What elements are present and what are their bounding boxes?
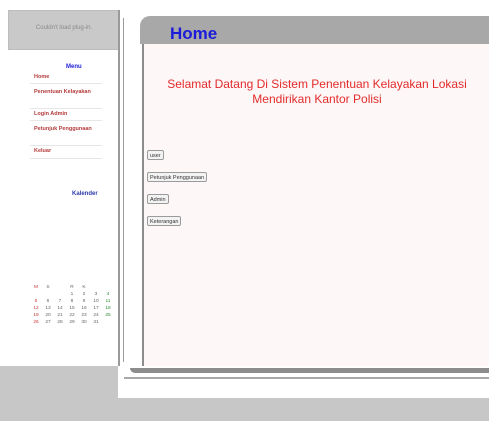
header-bar: Home [140, 16, 489, 44]
calendar-grid: M S R K 1 2 3 4 5 6 7 8 9 10 11 12 13 14 15 16 17 18 19 20 21 22 2… [30, 284, 126, 326]
calendar-day[interactable]: 19 [30, 312, 42, 319]
left-divider [118, 10, 120, 368]
menu-item-login-admin[interactable]: Login Admin [34, 111, 114, 118]
page-title: Home [170, 24, 218, 43]
calendar-day[interactable]: 21 [54, 312, 66, 319]
admin-button[interactable]: Admin [147, 194, 169, 204]
plugin-placeholder: Couldn't load plug-in. [8, 10, 120, 50]
calendar-day[interactable]: 3 [90, 291, 102, 298]
calendar-day-header [54, 284, 66, 291]
calendar-day[interactable]: 23 [78, 312, 90, 319]
calendar-day-header [102, 284, 114, 291]
welcome-line-1: Selamat Datang Di Sistem Penentuan Kelay… [167, 77, 467, 91]
menu-separator [30, 108, 102, 109]
calendar-day-header [90, 284, 102, 291]
calendar-day [54, 291, 66, 298]
calendar-day[interactable]: 8 [66, 298, 78, 305]
calendar-day [102, 319, 114, 326]
calendar-day[interactable]: 7 [54, 298, 66, 305]
menu-item-penentuan-kelayakan[interactable]: Penentuan Kelayakan [34, 89, 114, 96]
calendar-day[interactable]: 24 [90, 312, 102, 319]
calendar-week-row: 19 20 21 22 23 24 25 [30, 312, 126, 319]
footer-rule [124, 377, 489, 379]
calendar-day [30, 291, 42, 298]
menu-item-keluar[interactable]: Keluar [34, 148, 114, 155]
calendar-week-row: 26 27 28 29 30 31 [30, 319, 126, 326]
calendar-day-header: M [34, 285, 38, 290]
calendar-day[interactable]: 2 [78, 291, 90, 298]
calendar-day-header: R [70, 285, 74, 290]
calendar-week-row: 5 6 7 8 9 10 11 [30, 298, 126, 305]
menu-item-petunjuk-penggunaan[interactable]: Petunjuk Penggunaan [34, 126, 114, 133]
content-area: Home [136, 12, 489, 375]
left-divider-inner [123, 18, 124, 362]
calendar-day[interactable]: 12 [30, 305, 42, 312]
calendar-day[interactable]: 16 [78, 305, 90, 312]
calendar-day[interactable]: 25 [102, 312, 114, 319]
calendar-day[interactable]: 5 [30, 298, 42, 305]
calendar-day[interactable]: 13 [42, 305, 54, 312]
calendar-day[interactable]: 10 [90, 298, 102, 305]
petunjuk-penggunaan-button[interactable]: Petunjuk Penggunaan [147, 172, 208, 182]
calendar-day[interactable]: 28 [54, 319, 66, 326]
calendar-week-row: 1234 [30, 291, 126, 298]
welcome-message: Selamat Datang Di Sistem Penentuan Kelay… [145, 77, 489, 107]
calendar-day[interactable]: 31 [90, 319, 102, 326]
welcome-line-2: Mendirikan Kantor Polisi [252, 92, 382, 106]
calendar-day[interactable]: 9 [78, 298, 90, 305]
keterangan-button[interactable]: Keterangan [147, 216, 182, 226]
menu-separator [30, 158, 102, 159]
calendar-week-row: 12 13 14 15 16 17 18 [30, 305, 126, 312]
calendar-day[interactable]: 26 [30, 319, 42, 326]
menu-separator [30, 120, 102, 121]
calendar-day[interactable]: 14 [54, 305, 66, 312]
calendar-day[interactable]: 22 [66, 312, 78, 319]
calendar-day[interactable]: 11 [102, 298, 114, 305]
content-bottom-border [130, 368, 489, 373]
calendar-header-row: MSRK [30, 284, 126, 291]
calendar-day-header: K [82, 285, 86, 290]
calendar-day [42, 291, 54, 298]
user-button[interactable]: user [147, 150, 164, 160]
plugin-message: Couldn't load plug-in. [35, 25, 93, 31]
calendar-day[interactable]: 30 [78, 319, 90, 326]
calendar-day[interactable]: 29 [66, 319, 78, 326]
calendar-day[interactable]: 17 [90, 305, 102, 312]
calendar-day[interactable]: 6 [42, 298, 54, 305]
calendar-day[interactable]: 27 [42, 319, 54, 326]
menu-separator [30, 83, 102, 84]
menu-separator [30, 145, 102, 146]
menu-item-home[interactable]: Home [34, 74, 114, 81]
calendar-day[interactable]: 15 [66, 305, 78, 312]
calendar-day[interactable]: 4 [102, 291, 114, 298]
left-panel: Couldn't load plug-in. Menu Home Penentu… [6, 8, 124, 365]
calendar-title: Kalender [72, 191, 98, 197]
calendar-day[interactable]: 20 [42, 312, 54, 319]
calendar-day-header: S [46, 285, 50, 290]
calendar-day[interactable]: 1 [66, 291, 78, 298]
menu-title: Menu [66, 64, 82, 70]
calendar-day[interactable]: 18 [102, 305, 114, 312]
